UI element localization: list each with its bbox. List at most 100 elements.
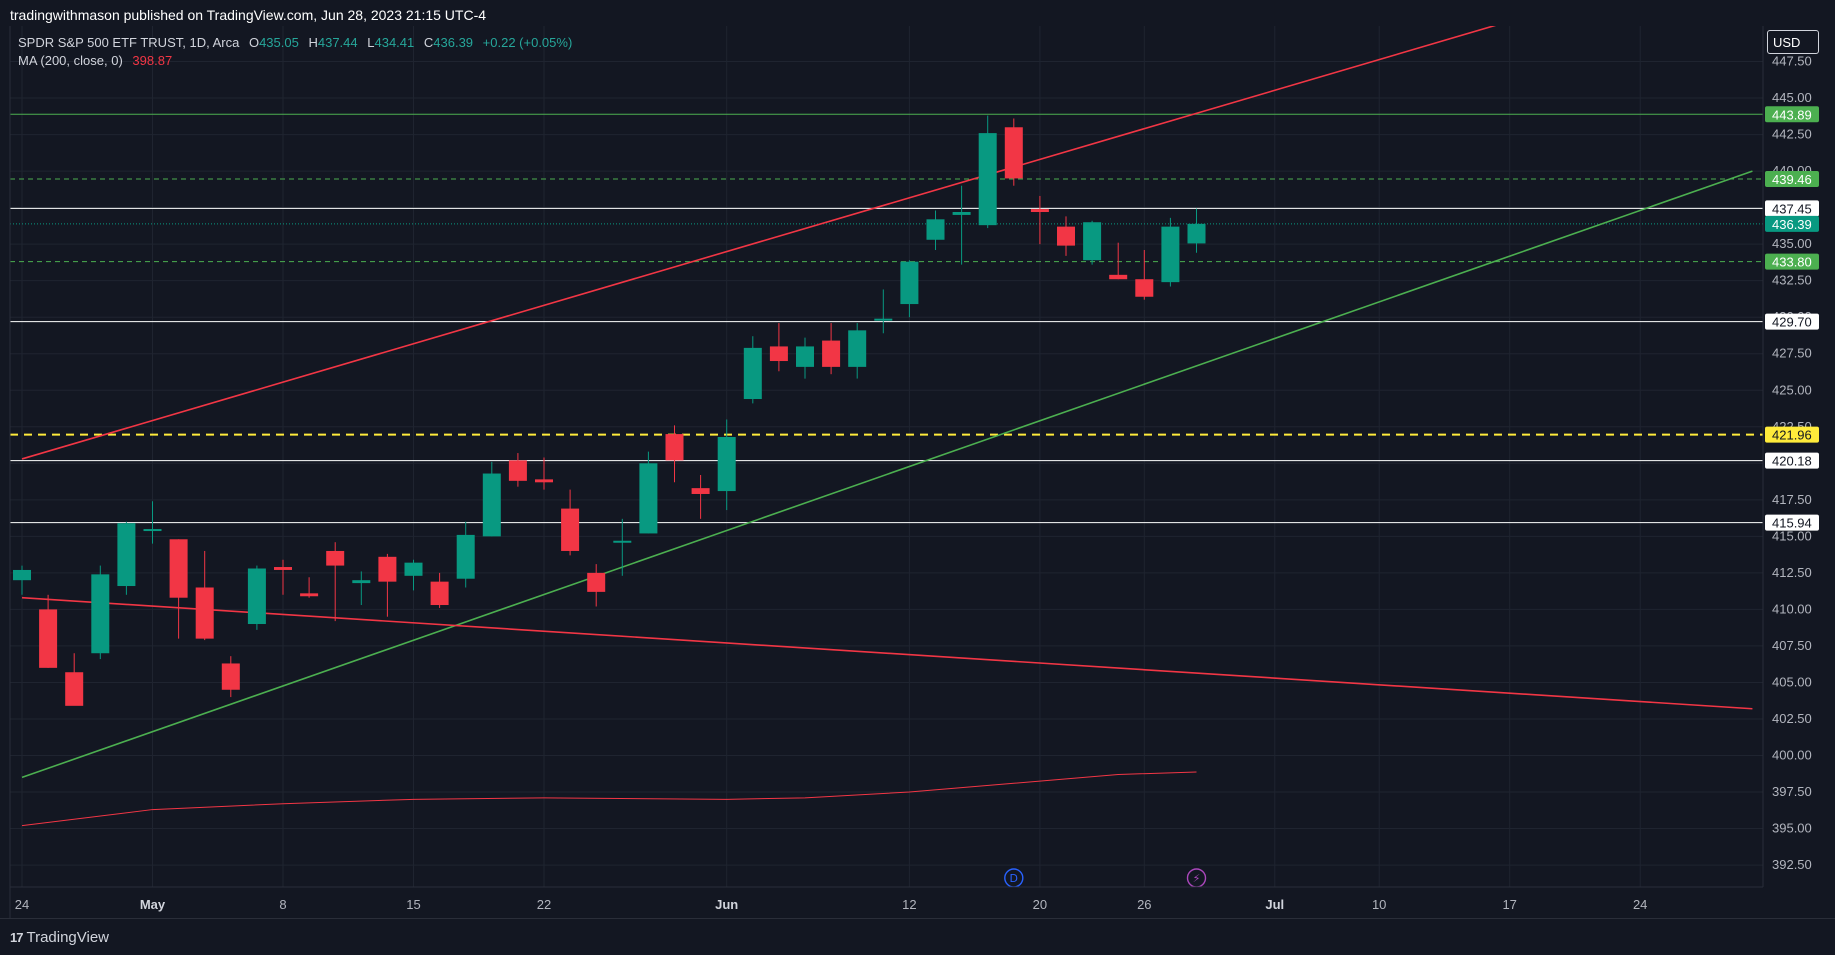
candle[interactable] — [508, 453, 527, 487]
legend-ma-value: 398.87 — [132, 53, 173, 68]
candle[interactable] — [378, 553, 397, 617]
price-tick-label: 427.50 — [1772, 346, 1812, 361]
candle-body — [978, 133, 997, 226]
candle[interactable] — [274, 559, 292, 595]
candle-body — [195, 587, 214, 639]
candle-body — [1109, 274, 1128, 280]
candle[interactable] — [1109, 242, 1128, 280]
candle[interactable] — [900, 260, 919, 318]
candle[interactable] — [221, 656, 240, 698]
candle-body — [169, 539, 188, 598]
candle[interactable] — [743, 336, 762, 404]
time-tick-label: 17 — [1502, 897, 1516, 912]
price-label-439.46: 439.46 — [1765, 170, 1819, 187]
trendline-declining-line[interactable] — [21, 596, 1753, 710]
legend-symbol[interactable]: SPDR S&P 500 ETF TRUST, 1D, Arca — [18, 35, 239, 50]
candle-body — [717, 437, 736, 492]
candle[interactable] — [195, 550, 214, 641]
candle[interactable] — [874, 289, 893, 334]
candle[interactable] — [247, 565, 266, 630]
candle-body — [769, 346, 788, 362]
candle[interactable] — [952, 185, 971, 265]
publish-header: tradingwithmason published on TradingVie… — [0, 0, 1835, 26]
candle-body — [1187, 223, 1206, 244]
price-tick-label: 392.50 — [1772, 857, 1812, 872]
candles-layer[interactable] — [13, 115, 1206, 706]
candle[interactable] — [352, 571, 371, 606]
price-label-text: 436.39 — [1772, 217, 1812, 232]
candle[interactable] — [1135, 249, 1154, 300]
candle-body — [874, 318, 893, 321]
candle[interactable] — [1161, 217, 1180, 287]
publish-info: tradingwithmason published on TradingVie… — [10, 7, 487, 23]
candle[interactable] — [456, 521, 475, 588]
currency-button[interactable]: USD — [1767, 30, 1819, 54]
candle[interactable] — [978, 115, 997, 229]
candle[interactable] — [169, 539, 188, 639]
dividend-event-icon[interactable]: D — [1004, 868, 1024, 887]
candle[interactable] — [717, 419, 736, 511]
candle[interactable] — [535, 457, 553, 490]
candle[interactable] — [639, 451, 658, 534]
price-tick-label: 397.50 — [1772, 784, 1812, 799]
candle[interactable] — [796, 337, 814, 379]
legend-ma-row: MA (200, close, 0) 398.87 — [18, 52, 572, 70]
price-tick-label: 445.00 — [1772, 90, 1812, 105]
price-label-429.70: 429.70 — [1765, 313, 1819, 330]
grid-lines — [10, 26, 1763, 887]
candle-body — [1135, 279, 1154, 297]
candle-body — [300, 593, 319, 597]
price-tick-label: 400.00 — [1772, 748, 1812, 763]
candle-body — [743, 347, 762, 400]
candle[interactable] — [691, 474, 710, 519]
candle-body — [456, 534, 475, 579]
legend-low-value: 434.41 — [374, 35, 415, 50]
candle[interactable] — [1083, 220, 1102, 265]
legend-ma-label[interactable]: MA (200, close, 0) — [18, 53, 123, 68]
candle[interactable] — [300, 577, 319, 598]
candle-body — [796, 346, 814, 367]
candle[interactable] — [91, 565, 110, 660]
candle-body — [352, 580, 371, 584]
events-layer: D ⚡ — [1004, 868, 1207, 887]
price-label-421.96: 421.96 — [1765, 426, 1819, 443]
candle[interactable] — [117, 521, 136, 595]
candle[interactable] — [587, 564, 606, 607]
price-tick-label: 447.50 — [1772, 54, 1812, 69]
candle[interactable] — [613, 518, 632, 576]
candle[interactable] — [404, 559, 423, 591]
time-axis-background — [0, 887, 1835, 918]
earnings-event-icon[interactable]: ⚡ — [1186, 868, 1207, 887]
candle-body — [535, 479, 553, 483]
legend-close-value: 436.39 — [433, 35, 474, 50]
candle-body — [926, 219, 945, 240]
candle[interactable] — [1057, 216, 1075, 256]
price-chart[interactable]: D ⚡ 392.50395.00397.50400.00402.50405.004… — [0, 0, 1835, 954]
legend-close-label: C — [423, 35, 434, 50]
candle-body — [326, 550, 345, 566]
candle[interactable] — [822, 323, 841, 375]
price-label-text: 433.80 — [1772, 255, 1812, 270]
horizontal-levels-layer — [10, 113, 1763, 524]
candle-body — [117, 523, 136, 587]
candle[interactable] — [65, 653, 84, 706]
time-tick-label: 20 — [1033, 897, 1047, 912]
time-tick-label: 24 — [1633, 897, 1647, 912]
candle[interactable] — [769, 323, 788, 372]
candle[interactable] — [1187, 208, 1206, 253]
candle[interactable] — [13, 565, 31, 595]
candle[interactable] — [430, 572, 449, 608]
time-tick-label: 26 — [1137, 897, 1151, 912]
candle-body — [39, 609, 58, 668]
candle[interactable] — [39, 594, 58, 668]
time-axis[interactable]: 24 May 8 15 22 Jun 12 20 26 Jul 10 17 24 — [0, 26, 1835, 918]
candle[interactable] — [1004, 118, 1023, 186]
price-tick-label: 395.00 — [1772, 821, 1812, 836]
price-label-text: 443.89 — [1772, 107, 1812, 122]
legend-high-value: 437.44 — [317, 35, 358, 50]
candle[interactable] — [1030, 195, 1049, 245]
tradingview-logo[interactable]: 17 TradingView — [10, 929, 109, 946]
candle-body — [665, 434, 684, 461]
candle[interactable] — [848, 323, 867, 379]
candle[interactable] — [482, 461, 501, 537]
